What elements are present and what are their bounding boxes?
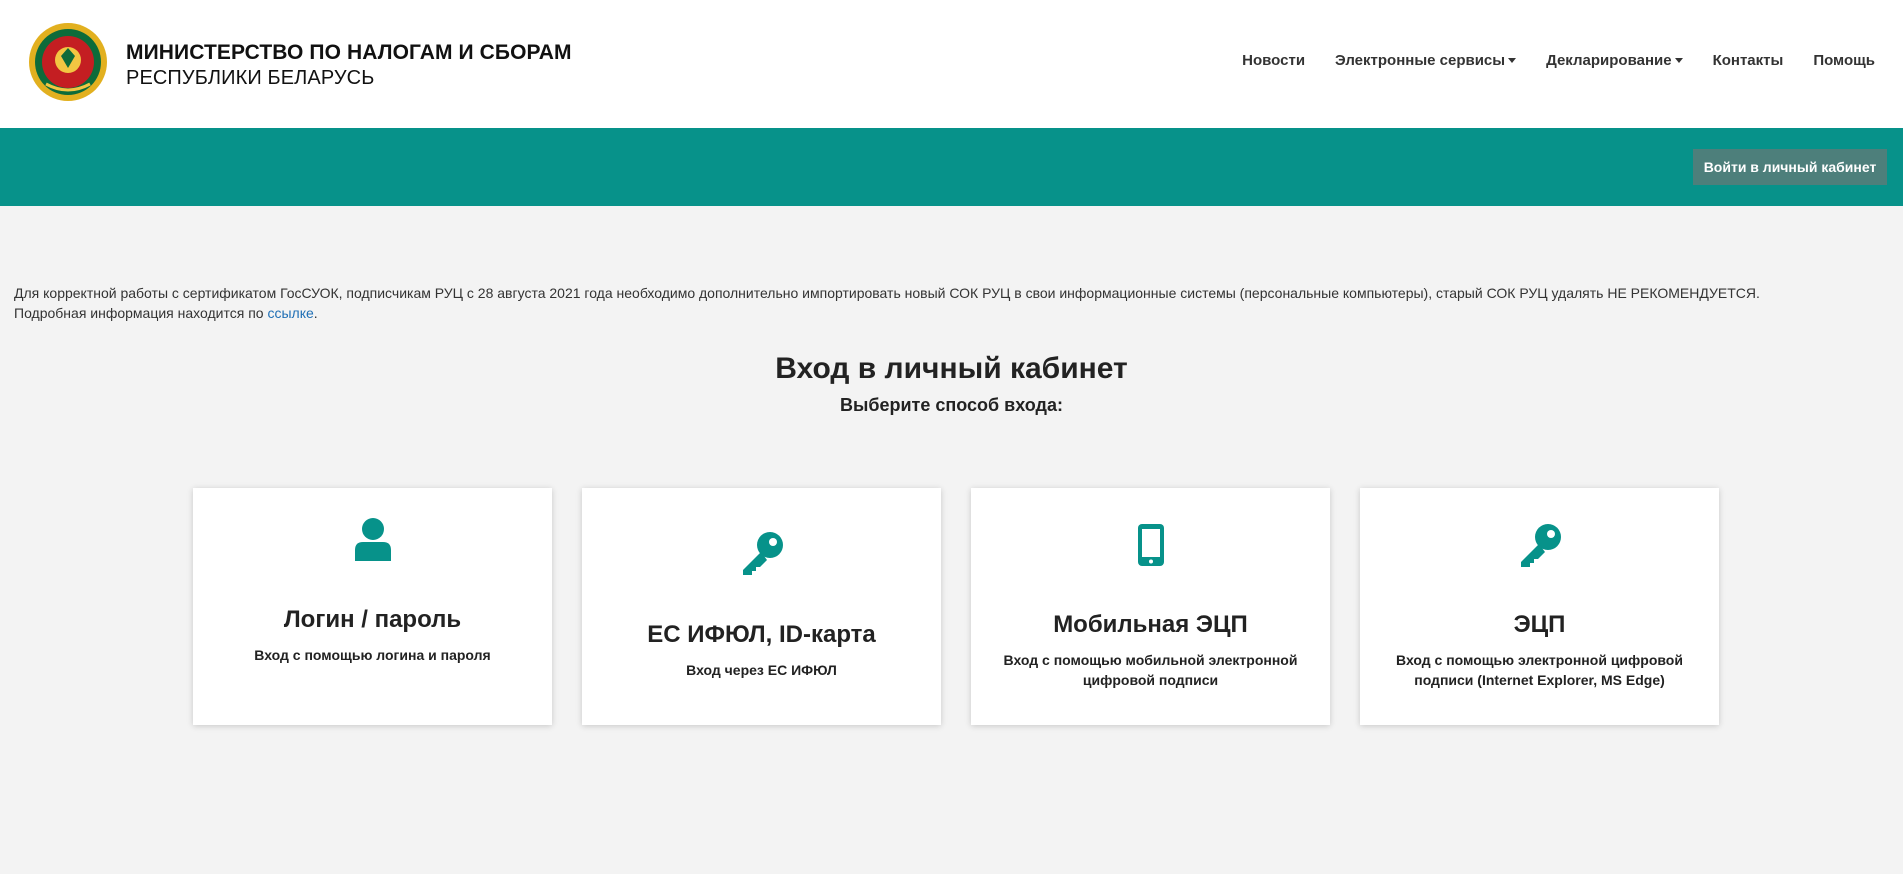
- nav-declaring-label: Декларирование: [1546, 52, 1672, 69]
- card-title: ЭЦП: [1513, 611, 1566, 638]
- ministry-emblem-icon[interactable]: [28, 22, 108, 102]
- accent-band: Войти в личный кабинет: [0, 128, 1903, 206]
- main-nav: Новости Электронные сервисы Декларирован…: [1242, 52, 1875, 69]
- caret-down-icon: [1674, 58, 1683, 63]
- notice-line-1: Для корректной работы с сертификатом Гос…: [14, 285, 1760, 301]
- login-method-card-mobile[interactable]: Мобильная ЭЦП Вход с помощью мобильной э…: [971, 488, 1330, 725]
- user-icon: [354, 518, 391, 561]
- nav-declaring[interactable]: Декларирование: [1546, 52, 1683, 69]
- nav-help[interactable]: Помощь: [1813, 52, 1875, 69]
- card-title: ЕС ИФЮЛ, ID-карта: [647, 621, 876, 648]
- notice-link[interactable]: ссылке: [267, 305, 313, 321]
- site-header: МИНИСТЕРСТВО ПО НАЛОГАМ И СБОРАМ РЕСПУБЛ…: [0, 0, 1903, 128]
- login-methods: Логин / пароль Вход с помощью логина и п…: [193, 488, 1719, 725]
- card-desc: Вход через ЕС ИФЮЛ: [686, 662, 837, 678]
- login-cabinet-button[interactable]: Войти в личный кабинет: [1693, 149, 1887, 185]
- notice-line-2: Подробная информация находится по ссылке…: [14, 303, 1894, 323]
- page-title: Вход в личный кабинет: [775, 352, 1128, 385]
- nav-news[interactable]: Новости: [1242, 52, 1305, 69]
- key-icon: [1520, 524, 1561, 567]
- mobile-phone-icon: [1137, 524, 1164, 566]
- card-title: Мобильная ЭЦП: [1053, 611, 1248, 638]
- login-method-card-ifyul[interactable]: ЕС ИФЮЛ, ID-карта Вход через ЕС ИФЮЛ: [582, 488, 941, 725]
- nav-electronic-services-label: Электронные сервисы: [1335, 52, 1506, 69]
- brand-name[interactable]: МИНИСТЕРСТВО ПО НАЛОГАМ И СБОРАМ РЕСПУБЛ…: [126, 40, 572, 91]
- notice-prefix: Подробная информация находится по: [14, 305, 268, 321]
- card-desc: Вход с помощью электронной цифровой подп…: [1396, 652, 1683, 688]
- key-icon: [742, 532, 783, 575]
- nav-contacts[interactable]: Контакты: [1713, 52, 1784, 69]
- card-desc: Вход с помощью логина и пароля: [254, 647, 491, 663]
- nav-electronic-services[interactable]: Электронные сервисы: [1335, 52, 1517, 69]
- notice-suffix: .: [313, 305, 318, 321]
- nav-help-label: Помощь: [1813, 52, 1875, 69]
- caret-down-icon: [1508, 58, 1517, 63]
- brand-line-2: РЕСПУБЛИКИ БЕЛАРУСЬ: [126, 67, 375, 90]
- certificate-notice: Для корректной работы с сертификатом Гос…: [14, 283, 1894, 323]
- card-desc: Вход с помощью мобильной электронной циф…: [1003, 652, 1298, 688]
- nav-contacts-label: Контакты: [1712, 52, 1784, 69]
- brand-line-1: МИНИСТЕРСТВО ПО НАЛОГАМ И СБОРАМ: [126, 41, 572, 64]
- nav-news-label: Новости: [1242, 52, 1306, 69]
- login-method-card-eds[interactable]: ЭЦП Вход с помощью электронной цифровой …: [1360, 488, 1719, 725]
- page-subtitle: Выберите способ входа:: [840, 395, 1063, 415]
- login-method-card-password[interactable]: Логин / пароль Вход с помощью логина и п…: [193, 488, 552, 725]
- card-title: Логин / пароль: [283, 606, 462, 633]
